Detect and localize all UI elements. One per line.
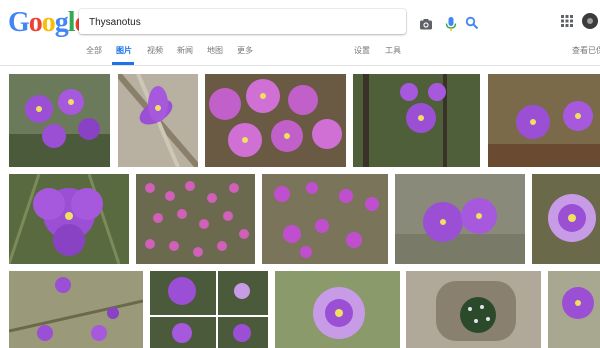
- image-result[interactable]: [9, 74, 110, 167]
- logo-letter: o: [41, 7, 56, 38]
- apps-grid-icon[interactable]: [561, 15, 573, 27]
- logo-letter: g: [54, 7, 69, 38]
- active-tab-indicator: [112, 62, 134, 65]
- image-result[interactable]: [353, 74, 480, 167]
- image-result[interactable]: [488, 74, 600, 167]
- tab-bar: 全部 图片 视频 新闻 地图 更多 设置 工具 查看已保存: [0, 36, 600, 65]
- search-icon[interactable]: [465, 16, 479, 30]
- image-result[interactable]: [150, 271, 268, 348]
- image-result[interactable]: [275, 271, 400, 348]
- header: Google 全部 图片 视频 新闻 地图 更多 设置 工具 查看已保存: [0, 0, 600, 66]
- saved-link[interactable]: 查看已保存: [572, 45, 600, 56]
- search-box: [79, 9, 479, 34]
- tab-videos[interactable]: 视频: [147, 45, 163, 56]
- image-result[interactable]: [262, 174, 388, 264]
- image-result[interactable]: [548, 271, 600, 348]
- image-result[interactable]: [205, 74, 346, 167]
- logo-letter: l: [67, 7, 76, 38]
- logo-letter: o: [28, 7, 43, 38]
- account-icon[interactable]: [582, 13, 598, 29]
- logo-letter: G: [8, 7, 30, 38]
- camera-icon[interactable]: [419, 17, 433, 31]
- tab-news[interactable]: 新闻: [177, 45, 193, 56]
- google-logo[interactable]: Google: [8, 7, 87, 39]
- image-result[interactable]: [532, 174, 600, 264]
- image-result[interactable]: [118, 74, 198, 167]
- settings-link[interactable]: 设置: [354, 45, 370, 56]
- tab-maps[interactable]: 地图: [207, 45, 223, 56]
- search-input[interactable]: [87, 12, 341, 32]
- image-result[interactable]: [395, 174, 525, 264]
- image-results: [0, 66, 600, 348]
- image-result[interactable]: [9, 174, 129, 264]
- image-result[interactable]: [136, 174, 255, 264]
- image-result[interactable]: [406, 271, 541, 348]
- tab-all[interactable]: 全部: [86, 45, 102, 56]
- tab-images[interactable]: 图片: [116, 45, 132, 56]
- tools-link[interactable]: 工具: [385, 45, 401, 56]
- mic-icon[interactable]: [444, 16, 458, 32]
- tab-more[interactable]: 更多: [237, 45, 253, 56]
- image-result[interactable]: [9, 271, 143, 348]
